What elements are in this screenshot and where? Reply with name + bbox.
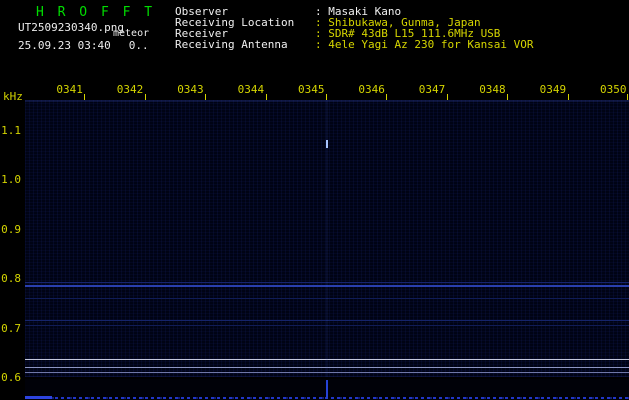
y-tick-label: 0.8 <box>1 272 21 286</box>
x-tick-label: 0344 <box>237 83 265 96</box>
info-row: Receiving Antenna : 4ele Yagi Az 230 for … <box>175 39 534 50</box>
x-tick-mark <box>567 94 569 100</box>
y-tick-label: 1.1 <box>1 123 21 137</box>
datetime-value: 25.09.23 03:40 <box>18 39 111 52</box>
x-tick-label: 0348 <box>479 83 506 96</box>
echo-counter: 0.. <box>128 39 149 52</box>
info-value: : 4ele Yagi Az 230 for Kansai VOR <box>315 38 534 51</box>
datetime: 25.09.23 03:40 0.. <box>18 39 149 52</box>
x-tick-label: 0342 <box>116 83 144 96</box>
meteor-echo <box>326 139 328 148</box>
x-tick-mark <box>84 94 86 100</box>
mode-label: meteor <box>113 28 150 39</box>
y-tick-label: 1.0 <box>1 173 21 187</box>
info-label: Receiving Antenna <box>175 38 288 51</box>
x-tick-label: 0349 <box>539 83 567 96</box>
y-tick-label: 0.6 <box>1 371 21 384</box>
y-tick-label: 0.9 <box>1 222 21 236</box>
level-spike <box>326 380 328 399</box>
y-tick-label: 0.7 <box>1 321 21 335</box>
app-title: H R O F F T <box>36 5 156 20</box>
x-tick-label: 0345 <box>298 83 325 96</box>
x-tick-label: 0350 <box>600 83 627 96</box>
x-tick-label: 0346 <box>358 83 385 96</box>
x-tick-label: 0341 <box>56 83 83 96</box>
x-tick-mark <box>627 94 628 100</box>
x-tick-label: 0347 <box>418 83 446 96</box>
x-tick-mark <box>386 94 388 100</box>
y-axis-unit: kHz <box>3 90 23 103</box>
x-tick-mark <box>265 94 267 100</box>
receiver-info: Observer: Masaki Kano Receiving Location:… <box>175 6 534 50</box>
output-filename: UT2509230340.png <box>18 21 124 34</box>
x-tick-mark <box>144 94 146 100</box>
x-tick-mark <box>205 94 207 100</box>
signal-level-strip <box>25 379 629 400</box>
x-tick-label: 0343 <box>177 83 204 96</box>
x-tick-mark <box>446 94 448 100</box>
x-tick-mark <box>507 94 509 100</box>
hrofft-screen: H R O F F T UT2509230340.png meteor 25.0… <box>0 0 629 400</box>
level-baseline-start <box>25 396 52 399</box>
